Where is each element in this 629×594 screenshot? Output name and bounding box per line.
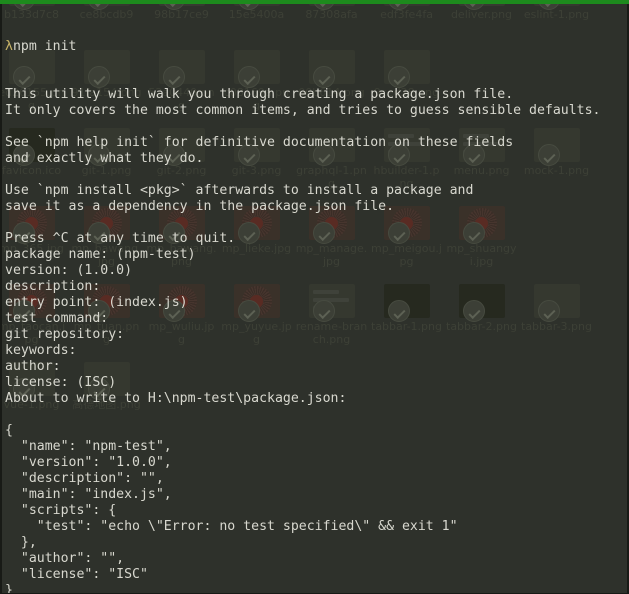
output-line: "main": "index.js",: [5, 487, 172, 502]
output-line: Press ^C at any time to quit.: [5, 231, 236, 246]
output-line: and exactly what they do.: [5, 151, 204, 166]
output-lines: This utility will walk you through creat…: [5, 87, 629, 594]
output-line: save it as a dependency in the package.j…: [5, 199, 395, 214]
output-line: author:: [5, 359, 61, 374]
output-line: "test": "echo \"Error: no test specified…: [5, 519, 458, 534]
output-line: {: [5, 423, 13, 438]
output-line: "description": "",: [5, 471, 164, 486]
output-line: package name: (npm-test): [5, 247, 196, 262]
output-line: See `npm help init` for definitive docum…: [5, 135, 514, 150]
output-line: "license": "ISC": [5, 567, 148, 582]
terminal-output[interactable]: λnpm init This utility will walk you thr…: [0, 0, 629, 594]
output-line: entry point: (index.js): [5, 295, 188, 310]
output-line: Use `npm install <pkg>` afterwards to in…: [5, 183, 474, 198]
output-line: version: (1.0.0): [5, 263, 133, 278]
output-line: "scripts": {: [5, 503, 117, 518]
command-text: npm init: [12, 39, 77, 54]
output-line: test command:: [5, 311, 109, 326]
output-line: license: (ISC): [5, 375, 117, 390]
output-line: This utility will walk you through creat…: [5, 87, 514, 102]
output-line: It only covers the most common items, an…: [5, 103, 601, 118]
output-line: git repository:: [5, 327, 125, 342]
prompt-symbol-icon: λ: [5, 39, 13, 54]
window-accent-bar: [0, 0, 629, 4]
output-line: About to write to H:\npm-test\package.js…: [5, 391, 347, 406]
terminal-window[interactable]: b133d7c8 ce8bcdb9 98b17ce9 15e5400a 87308afa…: [0, 0, 629, 594]
output-line: "author": "",: [5, 551, 125, 566]
command-line: λnpm init: [5, 39, 629, 55]
output-line: }: [5, 583, 13, 594]
output-line: keywords:: [5, 343, 77, 358]
output-line: description:: [5, 279, 101, 294]
output-line: "name": "npm-test",: [5, 439, 172, 454]
output-line: "version": "1.0.0",: [5, 455, 172, 470]
output-line: },: [5, 535, 37, 550]
